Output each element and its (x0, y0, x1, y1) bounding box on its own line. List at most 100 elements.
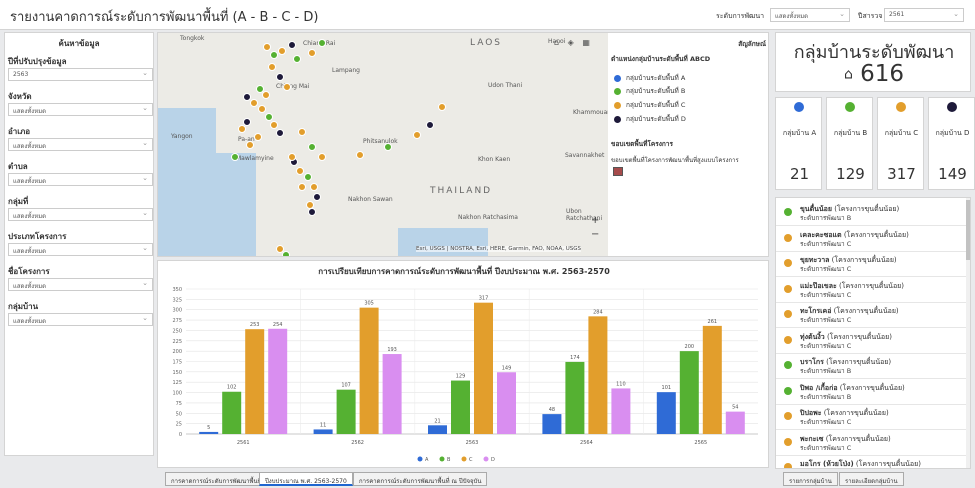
filter-select[interactable]: แสดงทั้งหมด ⌄ (8, 173, 153, 186)
village-marker-icon[interactable] (278, 47, 286, 55)
home-icon[interactable]: ⌂ (554, 38, 559, 47)
zoom-out-button[interactable]: − (591, 229, 599, 240)
bar-c (245, 329, 265, 434)
village-marker-icon[interactable] (426, 121, 434, 129)
village-list-item[interactable]: ขุนตื๋นน้อย (โครงการขุนตื๋นน้อย) ระดับการ… (776, 200, 970, 226)
village-marker-icon[interactable] (288, 41, 296, 49)
village-list-item[interactable]: ทะโกรเคอ่ (โครงการขุนตื๋นน้อย) ระดับการพั… (776, 302, 970, 328)
filter-select[interactable]: 2563 ⌄ (8, 68, 153, 81)
village-marker-icon[interactable] (293, 55, 301, 63)
group-card[interactable]: กลุ่มบ้าน C 317 (877, 97, 924, 190)
village-marker-icon[interactable] (283, 83, 291, 91)
house-icon (784, 259, 792, 267)
village-marker-icon[interactable] (438, 103, 446, 111)
summary-total: ⌂ 616 (843, 61, 905, 87)
village-marker-icon[interactable] (413, 131, 421, 139)
village-list-item[interactable]: ขุยทะวาล (โครงการขุนตื๋นน้อย) ระดับการพัฒ… (776, 251, 970, 277)
village-list-item[interactable]: ทุ่งต้นงิ้ว (โครงการขุนตื๋นน้อย) ระดับการ… (776, 328, 970, 354)
village-marker-icon[interactable] (238, 125, 246, 133)
village-marker-icon[interactable] (276, 129, 284, 137)
village-marker-icon[interactable] (304, 173, 312, 181)
map-panel[interactable]: Tongkok Chiang Rai Chiang Mai Lampang LAOS Ud… (157, 32, 769, 257)
layers-icon[interactable]: ◈ (568, 38, 574, 47)
village-marker-icon[interactable] (308, 143, 316, 151)
y-tick-label: 200 (172, 349, 182, 355)
village-marker-icon[interactable] (310, 183, 318, 191)
legend-title: สัญลักษณ์ (738, 40, 766, 48)
group-card[interactable]: กลุ่มบ้าน A 21 (775, 97, 822, 190)
filter-select[interactable]: แสดงทั้งหมด ⌄ (8, 208, 153, 221)
tab-current-year[interactable]: การคาดการณ์ระดับการพัฒนาพื้นที่ ณ ปีปัจจ… (353, 472, 488, 486)
filter-select[interactable]: แสดงทั้งหมด ⌄ (8, 243, 153, 256)
filter-select[interactable]: แสดงทั้งหมด ⌄ (8, 313, 153, 326)
village-marker-icon[interactable] (254, 133, 262, 141)
village-list-item[interactable]: เคละคะซอแต (โครงการขุนตื๋นน้อย) ระดับการพ… (776, 226, 970, 252)
chevron-down-icon: ⌄ (142, 244, 148, 252)
y-tick-label: 175 (172, 360, 182, 366)
village-marker-icon[interactable] (270, 51, 278, 59)
village-marker-icon[interactable] (298, 183, 306, 191)
tab-forecast[interactable]: การคาดการณ์ระดับการพัฒนาพื้นที่ (165, 472, 268, 486)
village-list-item[interactable]: แม่ะป๊อเขละ (โครงการขุนตื๋นน้อย) ระดับการ… (776, 277, 970, 303)
tab-fiscal-years[interactable]: ปีงบประมาณ พ.ศ. 2563-2570 (259, 472, 353, 486)
data-label: 21 (434, 418, 440, 424)
village-marker-icon[interactable] (318, 39, 326, 47)
village-project: (โครงการขุนตื๋นน้อย) (825, 434, 891, 443)
bar-c (474, 302, 493, 434)
village-project: (โครงการขุนตื๋นน้อย) (831, 256, 897, 264)
village-marker-icon[interactable] (282, 251, 290, 256)
village-marker-icon[interactable] (298, 128, 306, 136)
village-list-scrollbar[interactable] (966, 198, 970, 468)
village-marker-icon[interactable] (308, 208, 316, 216)
village-marker-icon[interactable] (263, 43, 271, 51)
filter-select[interactable]: แสดงทั้งหมด ⌄ (8, 138, 153, 151)
filter-select[interactable]: แสดงทั้งหมด ⌄ (8, 103, 153, 116)
village-marker-icon[interactable] (258, 105, 266, 113)
filter-label: อำเภอ (8, 127, 31, 136)
legend-marker (483, 456, 489, 462)
village-marker-icon[interactable] (231, 153, 239, 161)
village-marker-icon[interactable] (265, 113, 273, 121)
village-marker-icon[interactable] (262, 91, 270, 99)
village-marker-icon[interactable] (308, 49, 316, 57)
village-list-item[interactable]: มอโกร (ห้วยโป่ง) (โครงการขุนตื๋นน้อย) ระด… (776, 455, 970, 468)
scrollbar-thumb[interactable] (966, 200, 970, 260)
village-list-item[interactable]: บราโกร (โครงการขุนตื๋นน้อย) ระดับการพัฒนา… (776, 353, 970, 379)
village-list-item[interactable]: ปิปอพะ (โครงการขุนตื๋นน้อย) ระดับการพัฒนา… (776, 404, 970, 430)
village-list[interactable]: ขุนตื๋นน้อย (โครงการขุนตื๋นน้อย) ระดับการ… (775, 197, 971, 469)
village-list-item[interactable]: พะกะเซ (โครงการขุนตื๋นน้อย) ระดับการพัฒนา… (776, 430, 970, 456)
village-list-item[interactable]: ปิพอ /เกื้อก่อ (โครงการขุนตื๋นน้อย) ระดับ… (776, 379, 970, 405)
village-marker-icon[interactable] (270, 121, 278, 129)
chevron-down-icon: ⌄ (142, 69, 148, 77)
village-marker-icon[interactable] (318, 153, 326, 161)
village-name: บราโกร (800, 358, 824, 366)
group-card[interactable]: กลุ่มบ้าน B 129 (826, 97, 873, 190)
map-place-label: Tongkok (180, 35, 205, 42)
village-marker-icon[interactable] (356, 151, 364, 159)
village-marker-icon[interactable] (246, 141, 254, 149)
village-name: ขุยทะวาล (800, 256, 830, 264)
zoom-in-button[interactable]: + (591, 215, 599, 226)
filter-label: ประเภทโครงการ (8, 232, 67, 241)
basemap-gallery-icon[interactable]: ▦ (582, 38, 590, 47)
year-filter-select[interactable]: 2561 ⌄ (884, 8, 964, 22)
village-marker-icon[interactable] (384, 143, 392, 151)
filter-select[interactable]: แสดงทั้งหมด ⌄ (8, 278, 153, 291)
village-marker-icon[interactable] (296, 167, 304, 175)
village-marker-icon[interactable] (250, 99, 258, 107)
group-card[interactable]: กลุ่มบ้าน D 149 (928, 97, 975, 190)
village-marker-icon[interactable] (313, 193, 321, 201)
tab-village-list[interactable]: รายการกลุ่มบ้าน (783, 472, 838, 486)
data-label: 11 (320, 422, 326, 428)
bar-b (565, 361, 585, 434)
tab-village-detail[interactable]: รายละเอียดกลุ่มบ้าน (839, 472, 904, 486)
house-icon (784, 208, 792, 216)
level-filter-select[interactable]: แสดงทั้งหมด ⌄ (770, 8, 850, 22)
village-marker-icon[interactable] (288, 153, 296, 161)
filter-label: กลุ่มที่ (8, 197, 29, 206)
village-marker-icon[interactable] (268, 63, 276, 71)
village-marker-icon[interactable] (276, 73, 284, 81)
basemap[interactable]: Tongkok Chiang Rai Chiang Mai Lampang LAOS Ud… (158, 33, 611, 256)
filter-label: จังหวัด (8, 92, 32, 101)
data-label: 48 (549, 407, 555, 413)
